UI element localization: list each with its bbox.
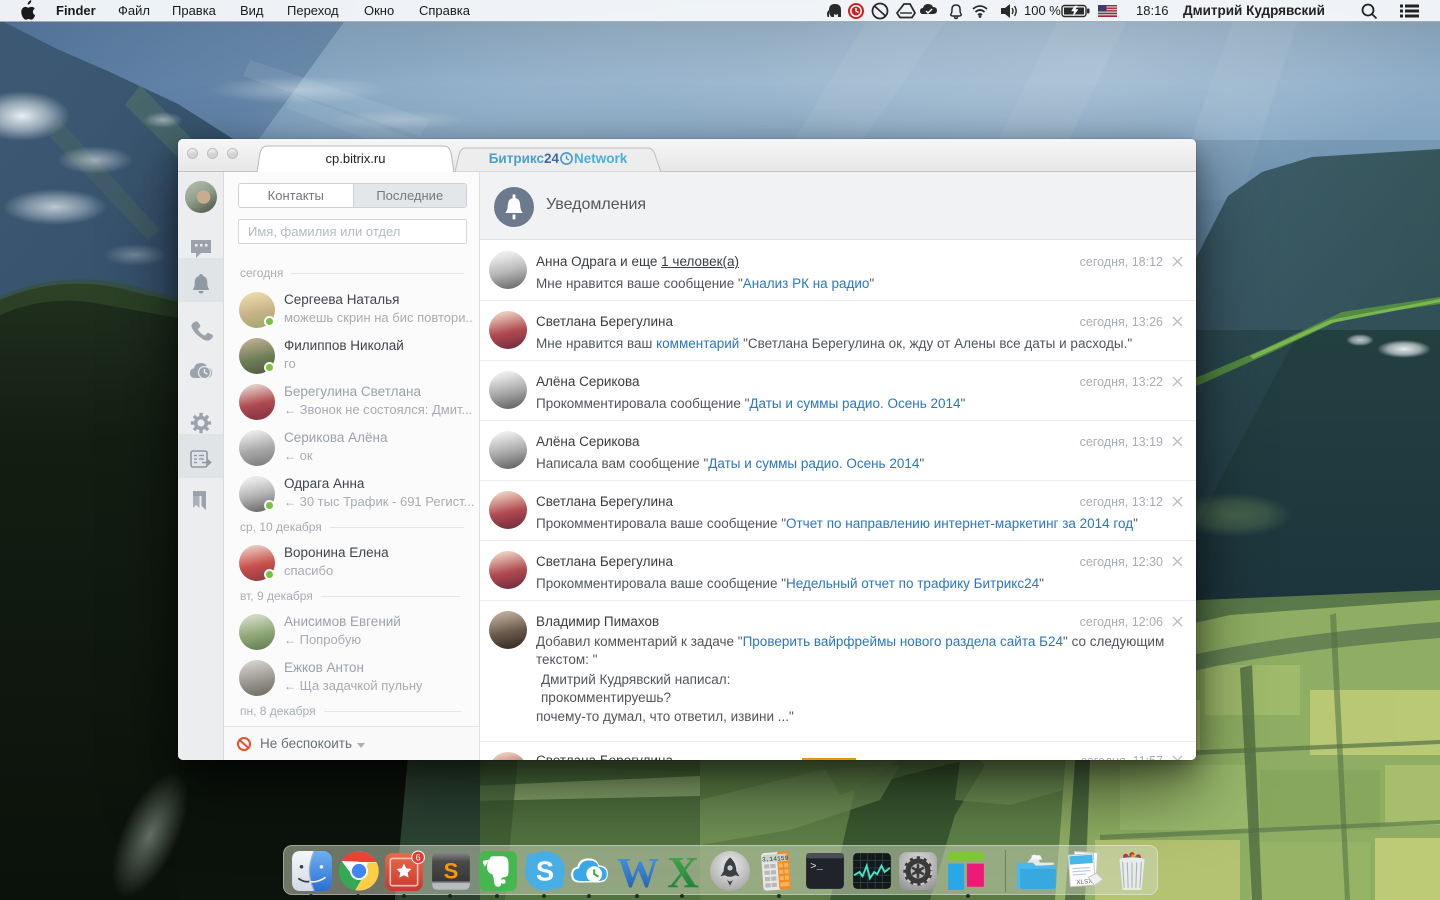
svg-text:X: X [667,850,699,892]
svg-text:>_: >_ [810,861,823,873]
svg-text:W: W [617,851,659,892]
svg-text:S: S [536,855,554,886]
svg-text:S: S [444,858,459,883]
svg-text:6: 6 [416,853,421,863]
